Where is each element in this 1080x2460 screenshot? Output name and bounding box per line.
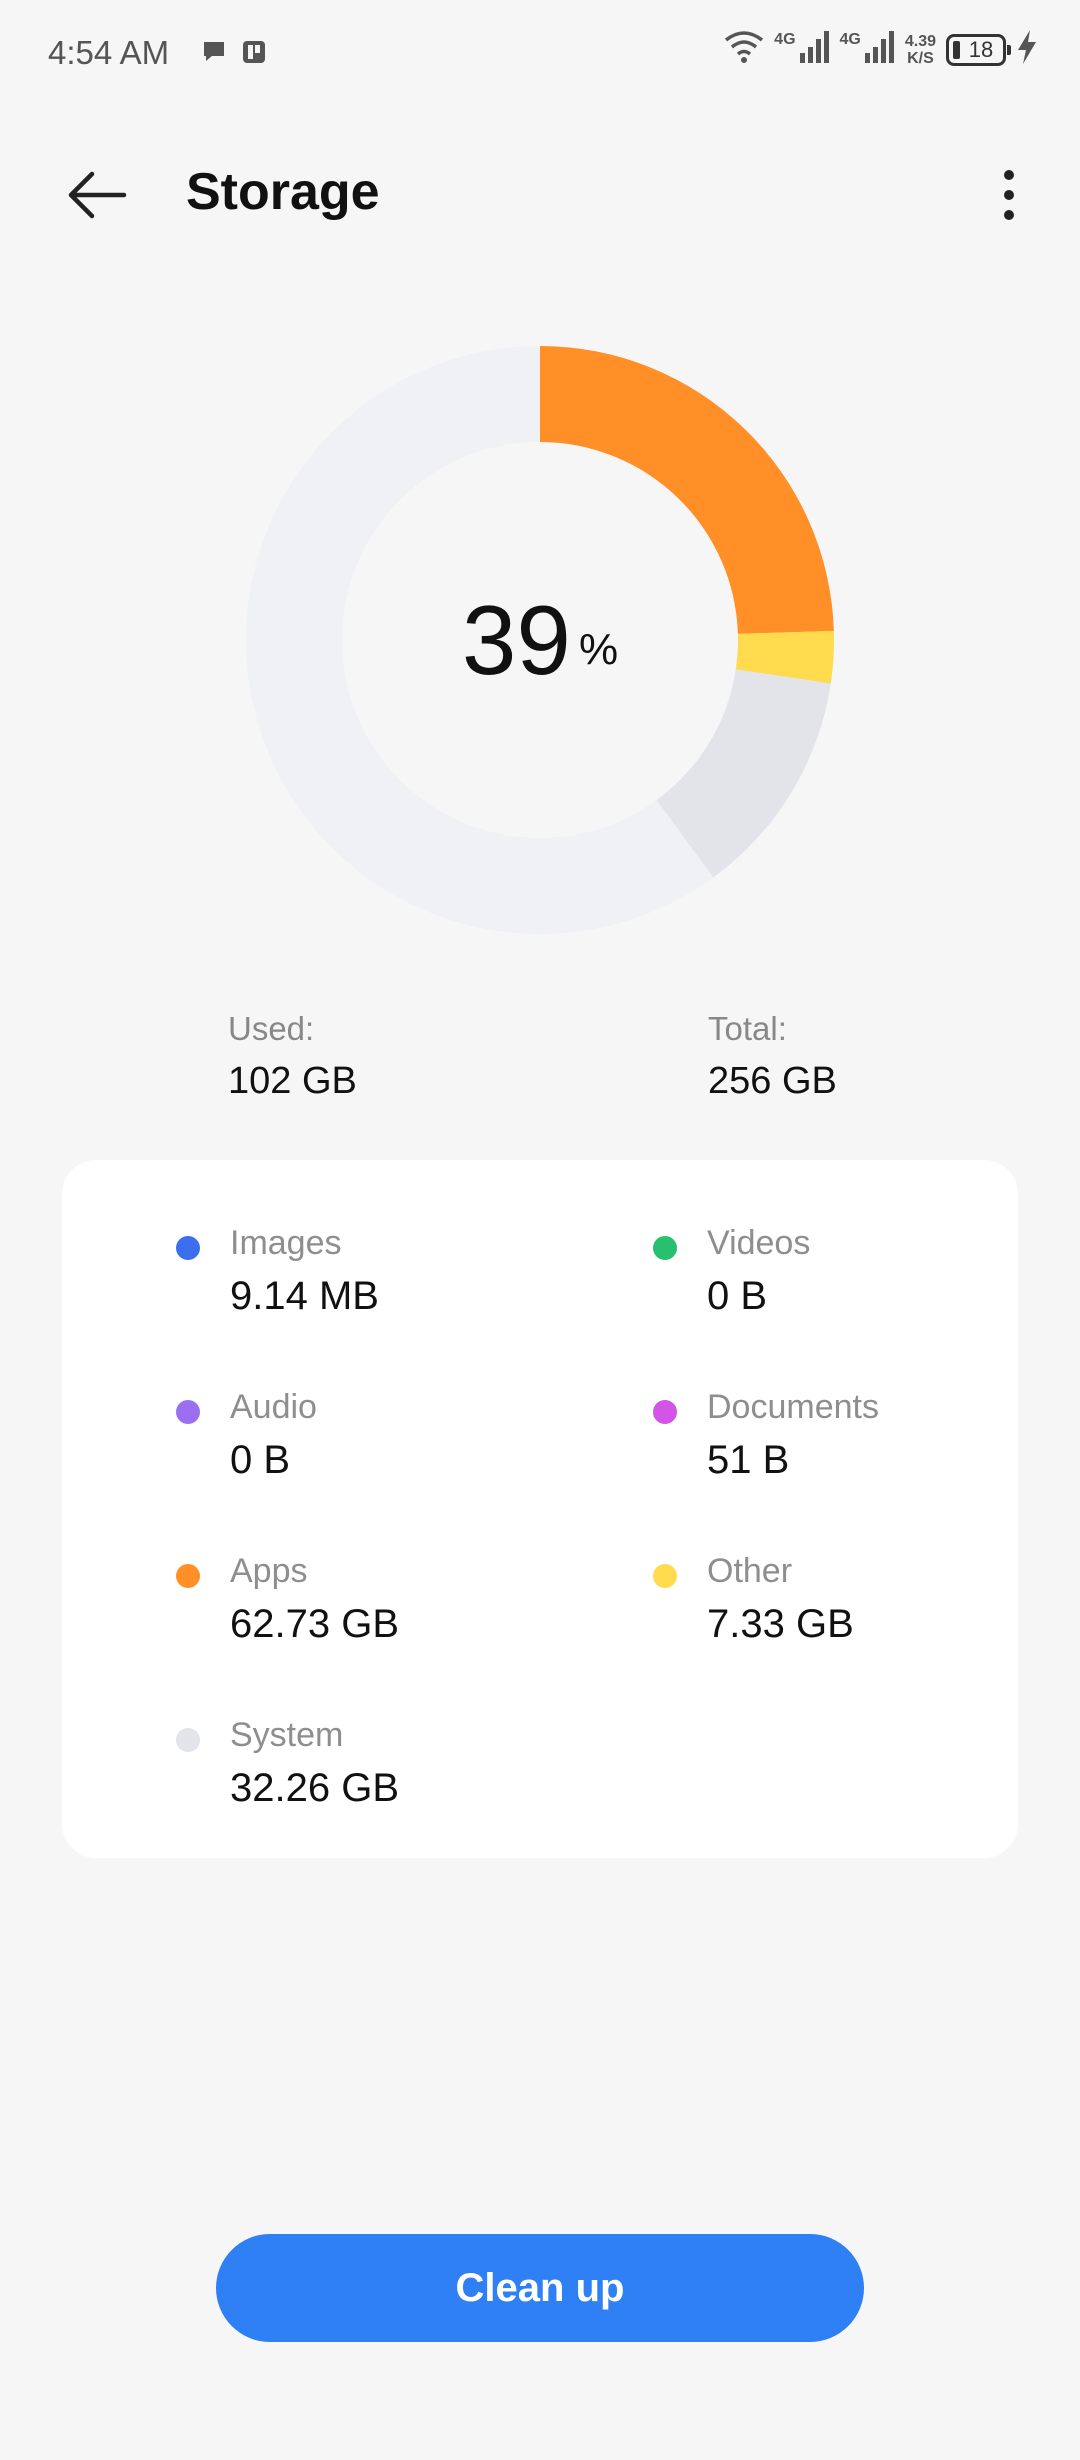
wifi-icon [724,30,764,69]
chat-bubble-icon [200,38,228,71]
category-name: Audio [230,1388,317,1426]
percent-sign: % [578,625,619,674]
back-button[interactable] [62,160,132,230]
storage-screen: 4:54 AM 4G 4G 4.39 K/S 18 Storage 39 % U… [0,0,1080,2460]
battery-icon: 18 [946,33,1011,66]
used-value: 102 GB [228,1060,357,1102]
app-notification-icon [240,38,268,71]
page-title: Storage [186,163,380,221]
category-size: 0 B [707,1274,768,1318]
category-size: 62.73 GB [230,1602,400,1646]
category-name: Videos [707,1224,811,1262]
system-color-dot [176,1728,200,1752]
category-other[interactable]: Other 7.33 GB [653,1544,1073,1664]
usage-percent: 39 % [240,340,840,940]
category-name: Documents [707,1388,879,1426]
total-label: Total: [708,1010,787,1047]
network-type-2: 4G [839,31,861,48]
status-right-group: 4G 4G 4.39 K/S 18 [724,30,1038,69]
notification-icons [200,38,268,71]
other-color-dot [653,1564,677,1588]
category-name: Images [230,1224,342,1262]
category-system[interactable]: System 32.26 GB [176,1708,596,1828]
speed-unit: K/S [907,49,934,67]
status-bar: 4:54 AM 4G 4G 4.39 K/S 18 [0,0,1080,110]
category-size: 7.33 GB [707,1602,854,1646]
status-time: 4:54 AM [48,34,170,71]
category-name: System [230,1716,344,1754]
categories-card: Images 9.14 MB Videos 0 B Audio 0 B Docu… [62,1160,1018,1858]
documents-color-dot [653,1400,677,1424]
percent-value: 39 [461,584,571,695]
images-color-dot [176,1236,200,1260]
clean-up-button[interactable]: Clean up [216,2234,864,2342]
category-name: Apps [230,1552,308,1590]
apps-color-dot [176,1564,200,1588]
battery-level: 18 [968,36,994,62]
category-size: 32.26 GB [230,1766,400,1810]
network-speed: 4.39 K/S [905,33,936,67]
category-size: 0 B [230,1438,291,1482]
category-videos[interactable]: Videos 0 B [653,1216,1073,1336]
category-apps[interactable]: Apps 62.73 GB [176,1544,596,1664]
signal-bars-icon [864,31,895,68]
category-name: Other [707,1552,793,1590]
category-size: 51 B [707,1438,790,1482]
network-type-1: 4G [774,31,796,48]
arrow-left-icon [62,171,132,234]
more-options-button[interactable] [974,160,1044,230]
storage-donut-chart: 39 % [240,340,840,940]
charging-bolt-icon [1016,30,1038,69]
used-label: Used: [228,1010,315,1047]
signal-2: 4G [840,31,895,68]
more-vertical-icon [974,170,1044,234]
category-images[interactable]: Images 9.14 MB [176,1216,596,1336]
speed-value: 4.39 [904,32,936,50]
total-value: 256 GB [708,1060,837,1102]
app-header: Storage [0,150,1080,240]
signal-1: 4G [774,31,829,68]
audio-color-dot [176,1400,200,1424]
category-audio[interactable]: Audio 0 B [176,1380,596,1500]
signal-bars-icon [799,31,830,68]
category-size: 9.14 MB [230,1274,379,1318]
category-documents[interactable]: Documents 51 B [653,1380,1073,1500]
videos-color-dot [653,1236,677,1260]
